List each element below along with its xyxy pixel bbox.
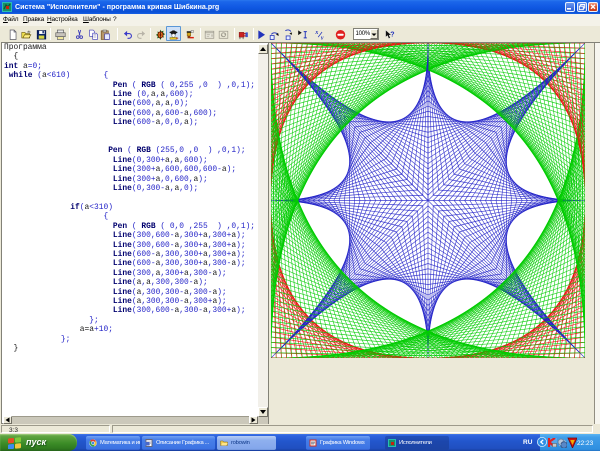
svg-text:y: y <box>319 35 323 40</box>
svg-text:?: ? <box>390 31 394 38</box>
svg-text:x: x <box>315 29 318 35</box>
